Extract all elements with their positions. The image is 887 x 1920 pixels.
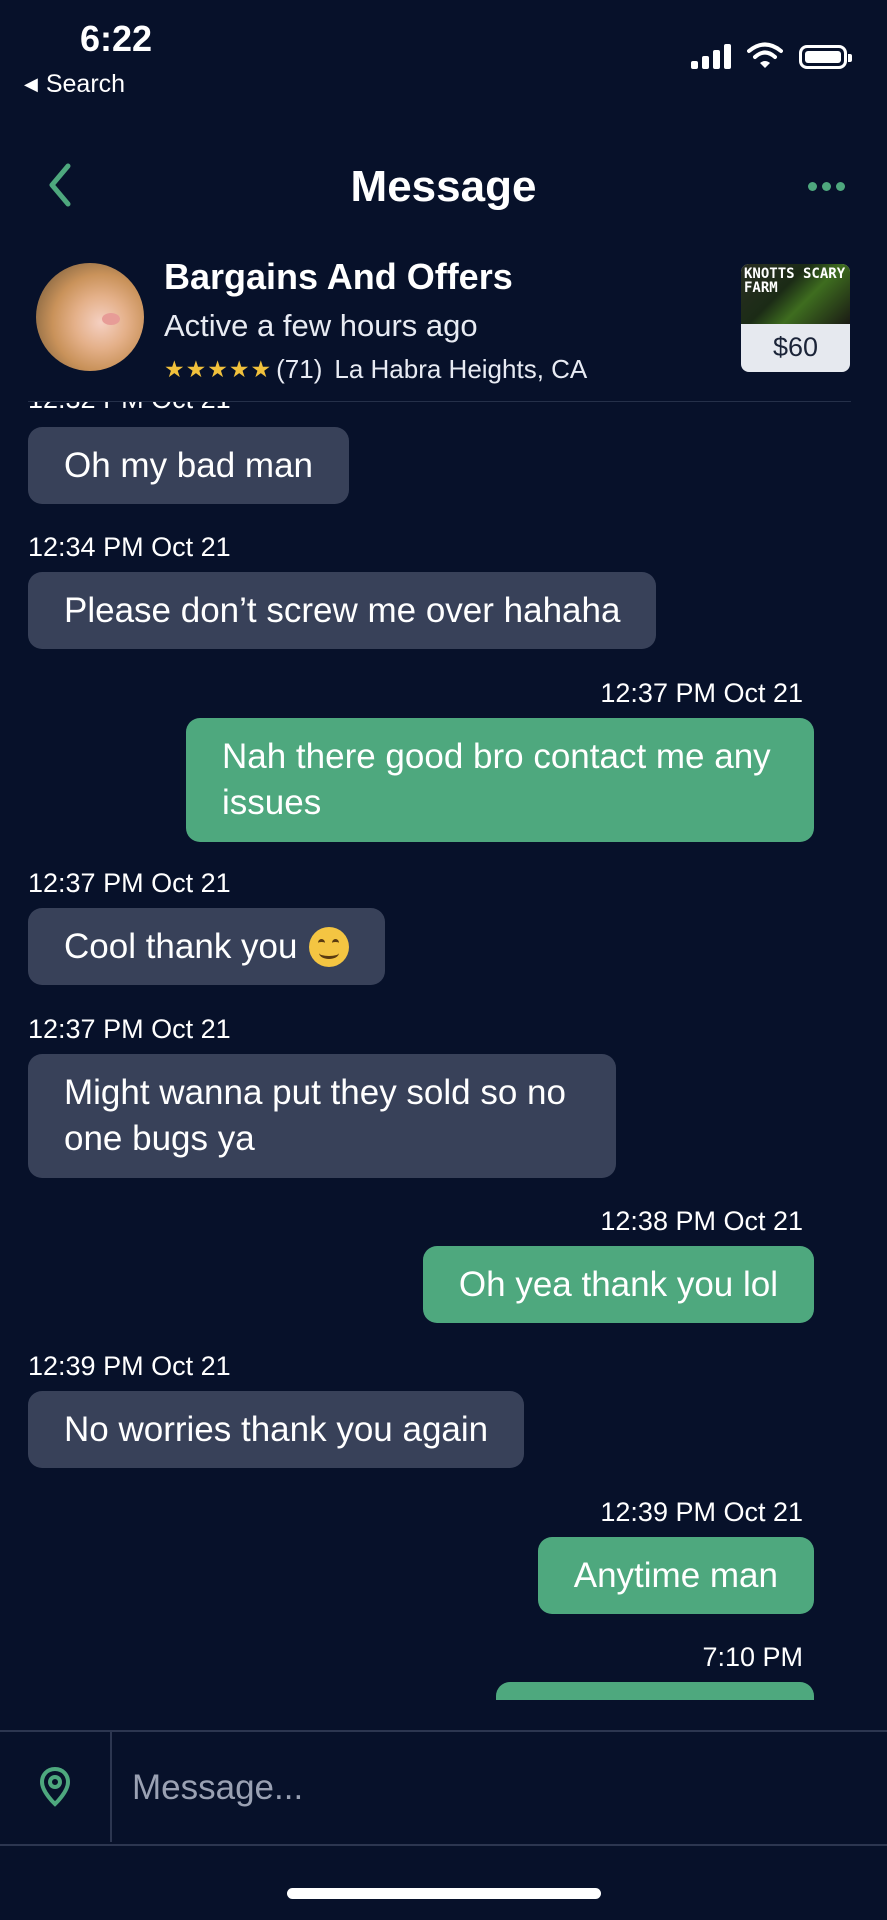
message-thread[interactable]: 12:32 PM Oct 21 Oh my bad man 12:34 PM O… [0, 402, 887, 1700]
message-text: Anytime man [573, 1555, 778, 1595]
seller-activity-status: Active a few hours ago [164, 308, 478, 343]
listing-price: $60 [772, 332, 819, 362]
listing-image-text: KNOTTS SCARY FARM [744, 266, 846, 296]
seller-meta: ★★★★★ (71) La Habra Heights, CA [164, 354, 587, 385]
back-triangle-icon: ◀ [24, 74, 38, 94]
home-indicator[interactable] [287, 1888, 601, 1899]
listing-thumbnail[interactable]: KNOTTS SCARY FARM $60 [741, 264, 850, 372]
message-screen: 6:22 ◀ Search Message Bargains And Offer… [0, 0, 887, 1920]
message-text: Might wanna put they sold so no one bugs… [64, 1073, 566, 1158]
seller-avatar[interactable] [36, 263, 144, 371]
message-text: Please don’t screw me over hahaha [64, 590, 621, 630]
message-text: Oh my bad man [64, 445, 313, 485]
message-bubble-incoming[interactable]: Please don’t screw me over hahaha [28, 572, 657, 649]
share-location-button[interactable] [0, 1732, 112, 1842]
rating-stars-icon: ★★★★★ [164, 356, 273, 382]
message-bubble-outgoing[interactable]: Anytime man [537, 1537, 814, 1614]
message-timestamp: 12:32 PM Oct 21 [28, 402, 231, 415]
status-back-to-search[interactable]: ◀ Search [24, 70, 125, 99]
message-input[interactable] [130, 1754, 854, 1822]
smiling-face-emoji-icon [309, 926, 350, 967]
message-text: Oh yea thank you lol [458, 1264, 778, 1304]
more-options-icon[interactable] [808, 182, 845, 191]
message-timestamp: 12:37 PM Oct 21 [600, 678, 803, 708]
message-timestamp: 7:10 PM [702, 1642, 803, 1672]
message-bubble-incoming[interactable]: Oh my bad man [28, 427, 349, 504]
message-bubble-outgoing[interactable] [496, 1682, 814, 1700]
listing-image: KNOTTS SCARY FARM [741, 264, 850, 324]
message-bubble-outgoing[interactable]: Oh yea thank you lol [422, 1246, 814, 1323]
message-text: Nah there good bro contact me any issues [222, 737, 771, 822]
message-text: Cool thank you [64, 926, 298, 966]
page-title: Message [350, 162, 537, 211]
message-text: No worries thank you again [64, 1409, 489, 1449]
review-count: (71) [276, 354, 323, 384]
location-pin-icon [39, 1766, 71, 1807]
message-bubble-outgoing[interactable]: Nah there good bro contact me any issues [186, 718, 814, 842]
seller-name[interactable]: Bargains And Offers [164, 256, 513, 298]
status-back-label: Search [45, 70, 126, 98]
message-timestamp: 12:39 PM Oct 21 [600, 1497, 803, 1527]
message-timestamp: 12:37 PM Oct 21 [28, 1014, 231, 1044]
message-bubble-incoming[interactable]: Might wanna put they sold so no one bugs… [28, 1054, 616, 1178]
seller-location: La Habra Heights, CA [334, 354, 588, 384]
message-bubble-incoming[interactable]: Cool thank you [28, 908, 386, 985]
cellular-signal-icon [691, 43, 731, 69]
message-composer [0, 1730, 887, 1846]
message-bubble-incoming[interactable]: No worries thank you again [28, 1391, 525, 1468]
wifi-icon [747, 42, 783, 68]
status-time: 6:22 [80, 18, 153, 59]
status-icons [691, 42, 852, 69]
message-timestamp: 12:34 PM Oct 21 [28, 532, 231, 562]
battery-icon [799, 45, 852, 69]
message-timestamp: 12:39 PM Oct 21 [28, 1351, 231, 1381]
message-timestamp: 12:38 PM Oct 21 [600, 1206, 803, 1236]
message-timestamp: 12:37 PM Oct 21 [28, 868, 231, 898]
